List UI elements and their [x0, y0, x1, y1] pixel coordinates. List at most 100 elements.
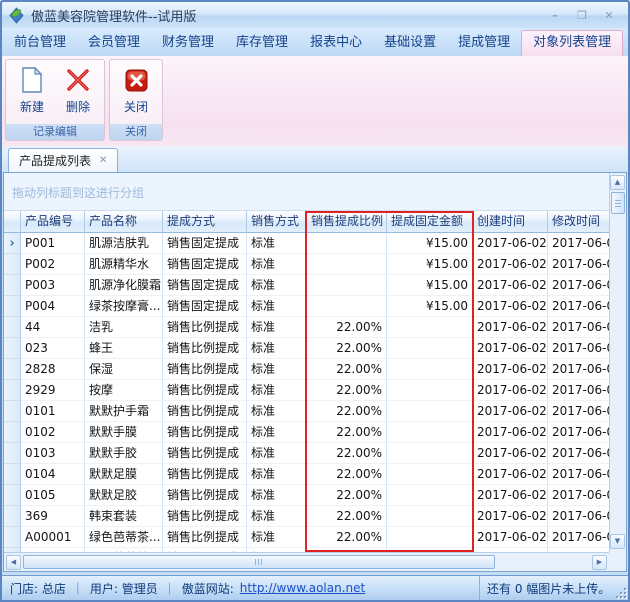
- website-link[interactable]: http://www.aolan.net: [240, 581, 365, 595]
- maximize-button[interactable]: ❐: [573, 8, 591, 23]
- menu-tab[interactable]: 基础设置: [373, 32, 447, 56]
- cell-fixed-amount: ¥15.00: [387, 296, 473, 317]
- table-row[interactable]: › P001 肌源洁肤乳 销售固定提成 标准 ¥15.00 2017-06-02…: [4, 233, 609, 254]
- cell-created-time: 2017-06-02: [473, 338, 548, 359]
- cell-commission-method: 销售比例提成: [163, 506, 247, 527]
- column-header[interactable]: 产品编号: [21, 211, 85, 233]
- table-row[interactable]: › A00001 绿色芭蒂茶... 销售比例提成 标准 22.00% 2017-…: [4, 527, 609, 548]
- tab-product-commission-list[interactable]: 产品提成列表 ✕: [8, 148, 118, 172]
- scroll-left-arrow[interactable]: ◀: [6, 555, 21, 570]
- table-row[interactable]: › 369 韩束套装 销售比例提成 标准 22.00% 2017-06-02 2…: [4, 506, 609, 527]
- cell-fixed-amount: [387, 422, 473, 443]
- scroll-up-arrow[interactable]: ▲: [610, 175, 625, 190]
- row-indicator: ›: [4, 401, 21, 422]
- new-button[interactable]: 新建: [12, 62, 52, 124]
- status-store: 门店: 总店: [10, 580, 66, 597]
- vertical-scrollbar[interactable]: ▲ ▼: [609, 173, 626, 552]
- ribbon-group-label-record-edit: 记录编辑: [6, 124, 104, 140]
- grid-panel: 拖动列标题到这进行分组 产品编号 产品名称 提成方式 销售方式 销售提成比例 提…: [3, 172, 627, 572]
- scroll-down-arrow[interactable]: ▼: [610, 534, 625, 549]
- cell-commission-method: 销售比例提成: [163, 338, 247, 359]
- table-row[interactable]: › 0105 默默足胶 销售比例提成 标准 22.00% 2017-06-02 …: [4, 485, 609, 506]
- close-tab-button-label: 关闭: [124, 98, 148, 115]
- table-row[interactable]: › 0104 默默足膜 销售比例提成 标准 22.00% 2017-06-02 …: [4, 464, 609, 485]
- vertical-scrollbar-thumb[interactable]: [611, 192, 625, 214]
- status-bar: 门店: 总店 ｜ 用户: 管理员 ｜ 傲蓝网站: http://www.aola…: [2, 575, 628, 600]
- cell-fixed-amount: [387, 443, 473, 464]
- cell-product-code: 0104: [21, 464, 85, 485]
- tab-close-icon[interactable]: ✕: [99, 155, 107, 166]
- cell-commission-ratio: 22.00%: [307, 317, 387, 338]
- table-row[interactable]: › 023 蜂王 销售比例提成 标准 22.00% 2017-06-02 201…: [4, 338, 609, 359]
- cell-fixed-amount: ¥15.00: [387, 275, 473, 296]
- cell-modified-time: 2017-06-02: [548, 233, 609, 254]
- menu-tab[interactable]: 会员管理: [77, 32, 151, 56]
- cell-sale-method: 标准: [247, 401, 307, 422]
- resize-grip[interactable]: [616, 588, 626, 598]
- column-header[interactable]: 销售提成比例: [307, 211, 387, 233]
- cell-sale-method: 标准: [247, 464, 307, 485]
- menu-tab[interactable]: 报表中心: [299, 32, 373, 56]
- cell-sale-method: 标准: [247, 359, 307, 380]
- close-button[interactable]: ✕: [600, 8, 618, 23]
- table-row[interactable]: › 0101 默默护手霜 销售比例提成 标准 22.00% 2017-06-02…: [4, 401, 609, 422]
- cell-sale-method: 标准: [247, 506, 307, 527]
- table-row[interactable]: › P003 肌源净化膜霜 销售固定提成 标准 ¥15.00 2017-06-0…: [4, 275, 609, 296]
- cell-sale-method: 标准: [247, 485, 307, 506]
- menu-tab[interactable]: 财务管理: [151, 32, 225, 56]
- column-header[interactable]: 提成方式: [163, 211, 247, 233]
- status-right-section: 还有 0 幅图片未上传。: [479, 576, 628, 600]
- menu-tab-label: 库存管理: [236, 35, 288, 50]
- status-divider: ｜: [164, 580, 176, 597]
- scrollbar-corner: [609, 552, 626, 571]
- cell-sale-method: 标准: [247, 527, 307, 548]
- row-indicator: ›: [4, 464, 21, 485]
- menu-tab-label: 提成管理: [458, 35, 510, 50]
- column-header[interactable]: 销售方式: [247, 211, 307, 233]
- table-row[interactable]: › 44 洁乳 销售比例提成 标准 22.00% 2017-06-02 2017…: [4, 317, 609, 338]
- cell-commission-method: 销售比例提成: [163, 485, 247, 506]
- cell-modified-time: 2017-06-02: [548, 317, 609, 338]
- table-header-row: 产品编号 产品名称 提成方式 销售方式 销售提成比例 提成固定金额 创建时间 修…: [4, 211, 609, 233]
- column-header[interactable]: 创建时间: [473, 211, 548, 233]
- cell-created-time: 2017-06-02: [473, 233, 548, 254]
- column-header[interactable]: 修改时间: [548, 211, 609, 233]
- horizontal-scrollbar-thumb[interactable]: [23, 555, 495, 569]
- cell-created-time: 2017-06-02: [473, 422, 548, 443]
- cell-product-name: 绿茶按摩膏...: [85, 296, 163, 317]
- cell-commission-ratio: 22.00%: [307, 359, 387, 380]
- menu-tab[interactable]: 提成管理: [447, 32, 521, 56]
- delete-button[interactable]: 删除: [58, 62, 98, 124]
- row-indicator: ›: [4, 359, 21, 380]
- table-row[interactable]: › 0103 默默手胶 销售比例提成 标准 22.00% 2017-06-02 …: [4, 443, 609, 464]
- table-row[interactable]: › 0102 默默手膜 销售比例提成 标准 22.00% 2017-06-02 …: [4, 422, 609, 443]
- cell-fixed-amount: [387, 380, 473, 401]
- table-row[interactable]: › 2929 按摩 销售比例提成 标准 22.00% 2017-06-02 20…: [4, 380, 609, 401]
- table-row[interactable]: › 2828 保湿 销售比例提成 标准 22.00% 2017-06-02 20…: [4, 359, 609, 380]
- cell-fixed-amount: [387, 527, 473, 548]
- cell-created-time: 2017-06-02: [473, 296, 548, 317]
- new-button-label: 新建: [20, 98, 44, 115]
- scroll-right-arrow[interactable]: ▶: [592, 555, 607, 570]
- table-row[interactable]: › P002 肌源精华水 销售固定提成 标准 ¥15.00 2017-06-02…: [4, 254, 609, 275]
- column-header[interactable]: 提成固定金额: [387, 211, 473, 233]
- cell-commission-ratio: [307, 254, 387, 275]
- horizontal-scrollbar[interactable]: ◀ ▶: [4, 552, 610, 571]
- cell-modified-time: 2017-06-02: [548, 401, 609, 422]
- menu-tab[interactable]: 前台管理: [3, 32, 77, 56]
- new-document-icon: [20, 64, 44, 96]
- cell-product-name: 肌源净化膜霜: [85, 275, 163, 296]
- column-header[interactable]: 产品名称: [85, 211, 163, 233]
- cell-product-code: 2929: [21, 380, 85, 401]
- table-row[interactable]: › P004 绿茶按摩膏... 销售固定提成 标准 ¥15.00 2017-06…: [4, 296, 609, 317]
- cell-product-name: 洁乳: [85, 317, 163, 338]
- close-tab-button[interactable]: 关闭: [116, 62, 156, 124]
- cell-modified-time: 2017-06-02: [548, 254, 609, 275]
- cell-product-code: 0105: [21, 485, 85, 506]
- cell-created-time: 2017-06-02: [473, 443, 548, 464]
- row-indicator: ›: [4, 338, 21, 359]
- menu-tab[interactable]: 对象列表管理: [521, 30, 623, 56]
- cell-commission-method: 销售比例提成: [163, 401, 247, 422]
- menu-tab[interactable]: 库存管理: [225, 32, 299, 56]
- minimize-button[interactable]: –: [546, 8, 564, 23]
